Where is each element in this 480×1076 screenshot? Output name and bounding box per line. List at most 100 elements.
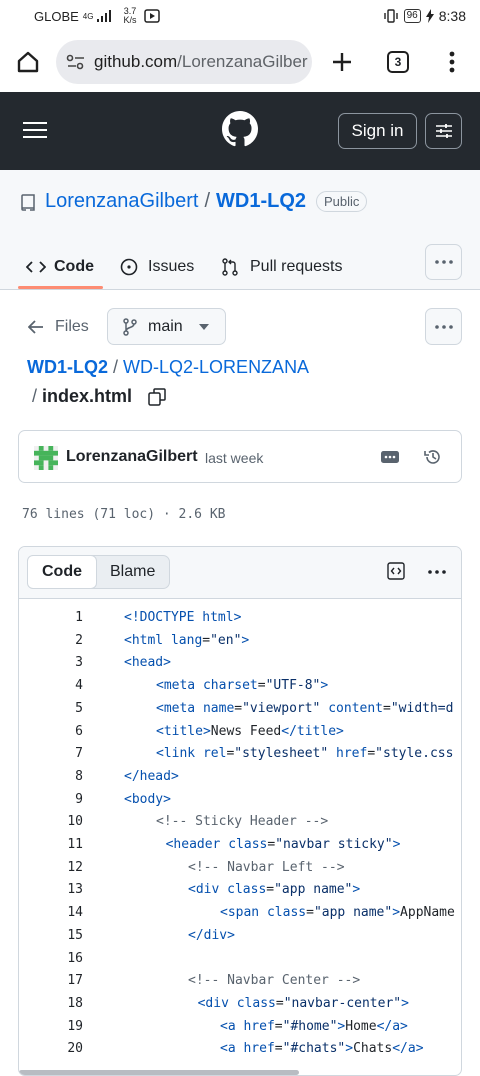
code-token: =	[202, 632, 211, 648]
code-token: <html	[124, 632, 171, 648]
code-line: 9 <body>	[19, 789, 461, 812]
site-settings-icon[interactable]	[66, 54, 86, 70]
line-number[interactable]: 20	[19, 1038, 83, 1061]
charging-icon	[425, 9, 434, 23]
code-token: <div	[188, 882, 228, 898]
repo-name-link[interactable]: WD1-LQ2	[216, 190, 306, 213]
code-token: =	[257, 678, 266, 694]
code-token: <!-- Navbar Center -->	[188, 973, 361, 989]
more-horizontal-icon[interactable]	[428, 570, 446, 574]
code-token: =	[274, 1041, 283, 1057]
file-more-button[interactable]	[425, 308, 462, 345]
code-token: class	[266, 905, 307, 921]
code-token: "#home"	[282, 1018, 338, 1034]
repo-owner-link[interactable]: LorenzanaGilbert	[45, 190, 198, 213]
line-number[interactable]: 16	[19, 948, 83, 971]
avatar[interactable]	[34, 446, 58, 470]
hamburger-menu-icon[interactable]	[22, 121, 48, 139]
code-token: <div	[197, 995, 237, 1011]
code-view-button[interactable]: Code	[27, 555, 97, 589]
home-icon[interactable]	[16, 51, 40, 73]
address-bar[interactable]: github.com/LorenzanaGilber	[56, 40, 312, 84]
branch-selector[interactable]: main	[107, 308, 226, 345]
code-line: 4 <meta charset="UTF-8">	[19, 675, 461, 698]
code-token: >	[241, 632, 250, 648]
line-number[interactable]: 19	[19, 1016, 83, 1039]
code-token: "UTF-8"	[265, 678, 321, 694]
code-content: <title>News Feed</title>	[156, 721, 344, 744]
history-icon[interactable]	[424, 448, 442, 466]
code-token: </div>	[188, 927, 235, 943]
code-token: content	[328, 700, 384, 716]
more-horizontal-icon	[434, 324, 453, 329]
code-token: <meta	[156, 678, 203, 694]
code-token: "stylesheet"	[234, 746, 329, 762]
line-number[interactable]: 11	[19, 834, 83, 857]
commit-author[interactable]: LorenzanaGilbert	[66, 448, 198, 466]
code-token: "navbar-center"	[283, 995, 402, 1011]
line-number[interactable]: 6	[19, 721, 83, 744]
code-token: href	[243, 1041, 275, 1057]
code-token: Home	[345, 1018, 377, 1034]
line-number[interactable]: 12	[19, 857, 83, 880]
line-number[interactable]: 7	[19, 743, 83, 766]
line-number[interactable]: 9	[19, 789, 83, 812]
new-tab-icon[interactable]	[331, 51, 353, 73]
line-number[interactable]: 1	[19, 607, 83, 630]
line-number[interactable]: 10	[19, 811, 83, 834]
browser-menu-icon[interactable]	[448, 51, 456, 73]
commit-message-toggle-icon[interactable]	[381, 451, 399, 463]
tab-switcher-button[interactable]: 3	[387, 51, 409, 73]
tab-issues[interactable]: Issues	[120, 245, 194, 289]
code-token: <a	[220, 1041, 244, 1057]
media-notification-icon	[144, 9, 161, 23]
copy-path-icon[interactable]	[148, 387, 166, 406]
line-number[interactable]: 14	[19, 902, 83, 925]
code-content: <meta charset="UTF-8">	[156, 675, 328, 698]
visibility-badge: Public	[316, 191, 368, 212]
github-header: Sign in	[0, 92, 480, 170]
sign-in-button[interactable]: Sign in	[338, 113, 417, 149]
symbols-panel-icon[interactable]	[387, 562, 405, 580]
files-button[interactable]: Files	[28, 316, 89, 338]
code-token: rel	[202, 746, 227, 762]
search-filter-button[interactable]	[425, 113, 462, 149]
code-token: >	[392, 837, 401, 852]
code-token: </head>	[124, 768, 179, 784]
breadcrumb-folder-link[interactable]: WD-LQ2-LORENZANA	[123, 357, 309, 377]
file-name: index.html	[42, 386, 133, 406]
line-number[interactable]: 17	[19, 970, 83, 993]
code-line: 13 <div class="app name">	[19, 879, 461, 902]
line-number[interactable]: 5	[19, 698, 83, 721]
line-number[interactable]: 3	[19, 652, 83, 675]
line-number[interactable]: 18	[19, 993, 83, 1016]
code-line: 12 <!-- Navbar Left -->	[19, 857, 461, 880]
tab-pull-requests[interactable]: Pull requests	[221, 245, 343, 289]
code-line: 20 <a href="#chats">Chats</a>	[19, 1038, 461, 1061]
horizontal-scrollbar[interactable]	[19, 1070, 299, 1075]
code-token: <head>	[124, 655, 171, 671]
code-token: >	[401, 995, 409, 1011]
line-number[interactable]: 13	[19, 879, 83, 902]
code-token: href	[336, 746, 368, 762]
blame-view-button[interactable]: Blame	[96, 556, 169, 588]
github-logo-icon[interactable]	[222, 111, 258, 147]
signal-strength-icon	[97, 10, 112, 22]
code-content: <span class="app name">AppName	[220, 902, 455, 925]
code-line: 16	[19, 948, 461, 971]
line-number[interactable]: 2	[19, 630, 83, 653]
code-token: <!-- Sticky Header -->	[156, 814, 329, 830]
code-token: <body>	[124, 791, 171, 807]
repo-title: LorenzanaGilbert / WD1-LQ2 Public	[45, 190, 368, 213]
breadcrumb-file: / index.html	[32, 386, 166, 407]
line-number[interactable]: 15	[19, 925, 83, 948]
tab-code[interactable]: Code	[26, 245, 94, 289]
line-number[interactable]: 8	[19, 766, 83, 789]
repo-more-button[interactable]	[425, 244, 462, 280]
code-content: <div class="app name">	[188, 879, 360, 902]
breadcrumb-repo-link[interactable]: WD1-LQ2	[27, 357, 108, 377]
code-line: 7 <link rel="stylesheet" href="style.css	[19, 743, 461, 766]
code-token: "en"	[210, 632, 242, 648]
line-number[interactable]: 4	[19, 675, 83, 698]
code-token: AppName	[400, 905, 455, 921]
